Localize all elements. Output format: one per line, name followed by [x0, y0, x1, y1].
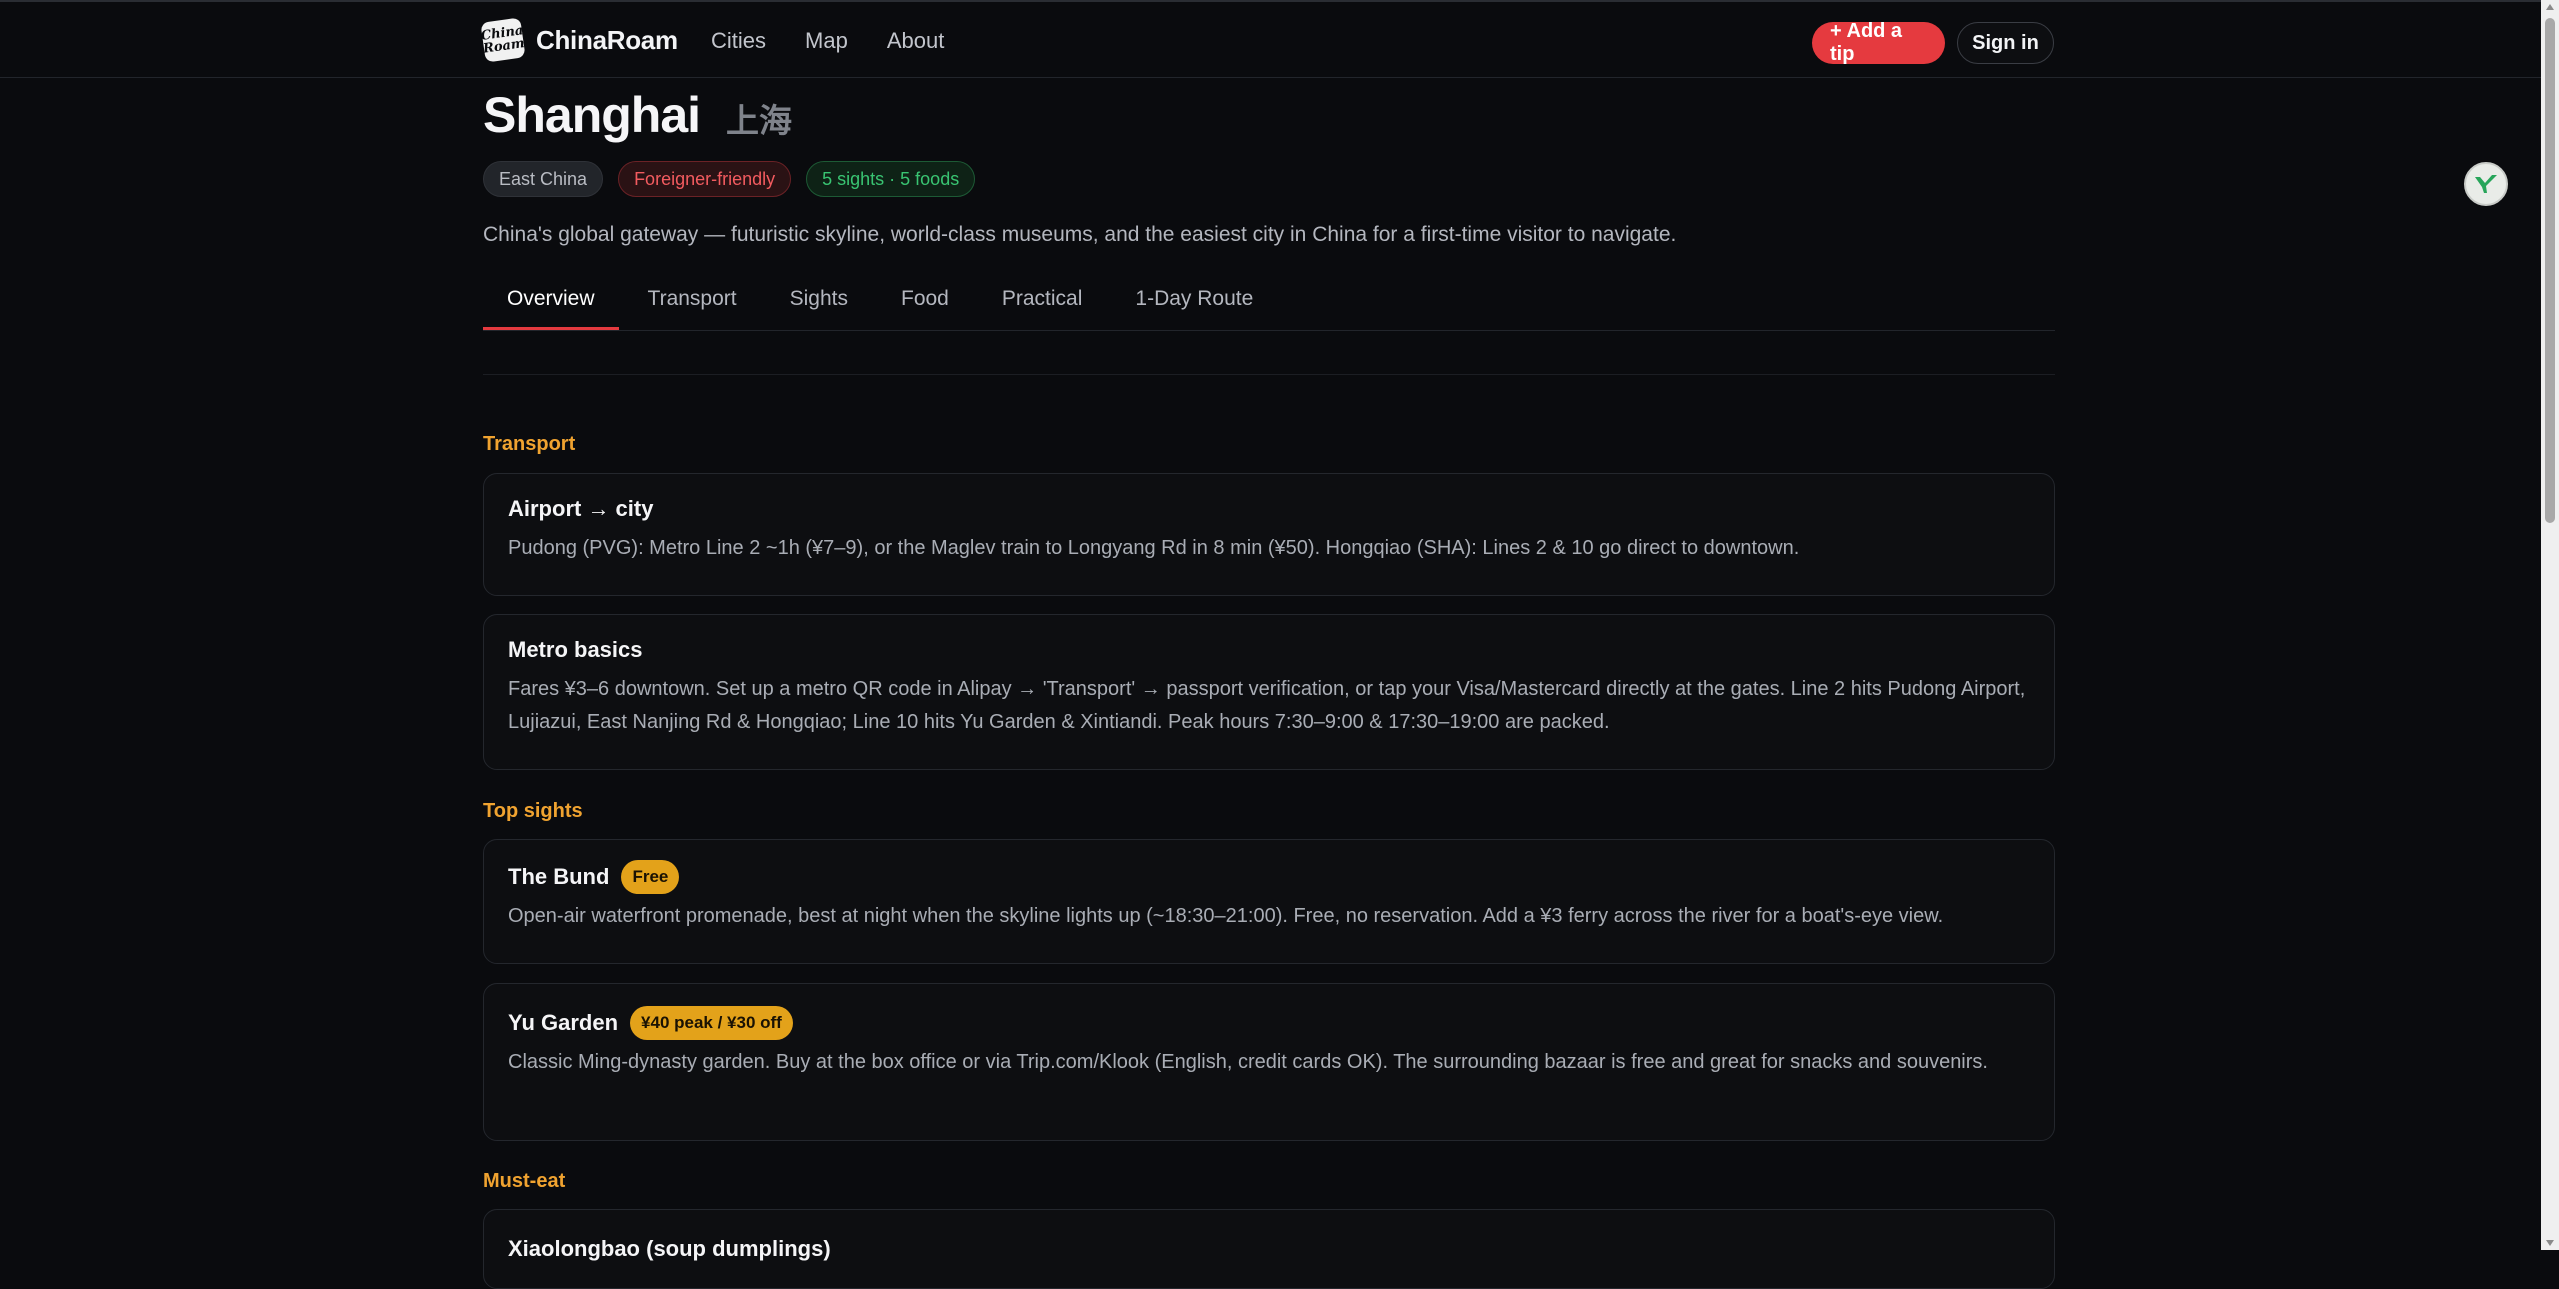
sight-card-yu-garden: Yu Garden ¥40 peak / ¥30 off Classic Min… [483, 983, 2055, 1141]
card-body: Pudong (PVG): Metro Line 2 ~1h (¥7–9), o… [508, 537, 1800, 559]
nav-links: Cities Map About [711, 28, 983, 54]
page-scrollbar[interactable] [2541, 0, 2559, 1250]
section-label-transport: Transport [483, 433, 576, 455]
transport-card-metro: Metro basics Fares ¥3–6 downtown. Set up… [483, 614, 2055, 770]
city-tabs: Overview Transport Sights Food Practical… [483, 287, 2055, 331]
tab-overview[interactable]: Overview [483, 287, 619, 330]
scroll-up-arrow-icon[interactable] [2546, 4, 2554, 10]
logo-text-line2: Roam [482, 36, 526, 57]
city-tags: East China Foreigner-friendly 5 sights ·… [483, 161, 990, 197]
card-body: Fares ¥3–6 downtown. Set up a metro QR c… [508, 678, 2026, 733]
tab-sights[interactable]: Sights [766, 287, 872, 330]
tab-practical[interactable]: Practical [978, 287, 1107, 330]
tab-transport[interactable]: Transport [624, 287, 761, 330]
chinaroam-logo-icon: China Roam [480, 17, 526, 63]
tab-food[interactable]: Food [877, 287, 973, 330]
card-body: Open-air waterfront promenade, best at n… [508, 905, 1944, 927]
card-title-row: The Bund Free [508, 860, 2030, 894]
brand-name: ChinaRoam [536, 24, 678, 55]
tab-1-day-route[interactable]: 1-Day Route [1111, 287, 1277, 330]
transport-card-airport: Airport → city Pudong (PVG): Metro Line … [483, 473, 2055, 596]
card-title: Xiaolongbao (soup dumplings) [508, 1236, 831, 1261]
counts-tag: 5 sights · 5 foods [806, 161, 976, 197]
card-title: Airport → city [508, 496, 654, 521]
sign-in-button[interactable]: Sign in [1957, 22, 2054, 64]
price-badge: ¥40 peak / ¥30 off [630, 1006, 793, 1040]
city-tagline: China's global gateway — futuristic skyl… [483, 223, 1677, 246]
sight-card-the-bund: The Bund Free Open-air waterfront promen… [483, 839, 2055, 964]
card-title: Metro basics [508, 637, 643, 662]
brand-link[interactable]: China Roam ChinaRoam [480, 17, 678, 63]
assistant-widget-icon[interactable] [2464, 162, 2508, 206]
scrollbar-thumb[interactable] [2545, 18, 2555, 523]
page-title: Shanghai [483, 87, 701, 143]
card-body: Classic Ming-dynasty garden. Buy at the … [508, 1051, 1988, 1073]
foreigner-friendly-tag[interactable]: Foreigner-friendly [618, 161, 792, 197]
food-card-xiaolongbao: Xiaolongbao (soup dumplings) [483, 1209, 2055, 1289]
add-tip-button[interactable]: + Add a tip [1812, 20, 1945, 65]
city-header: Shanghai 上海 [483, 86, 792, 144]
card-title: The Bund [508, 864, 610, 889]
page-title-chinese: 上海 [726, 101, 793, 140]
section-divider [483, 374, 2055, 375]
card-title-row: Yu Garden ¥40 peak / ¥30 off [508, 1006, 2030, 1040]
region-tag[interactable]: East China [483, 161, 604, 197]
nav-link-cities[interactable]: Cities [711, 28, 766, 54]
checkmark-y-icon [2475, 175, 2497, 193]
top-navbar: China Roam ChinaRoam Cities Map About + … [0, 0, 2541, 78]
scroll-down-arrow-icon[interactable] [2546, 1240, 2554, 1246]
section-label-top-sights: Top sights [483, 800, 583, 822]
nav-link-map[interactable]: Map [805, 28, 848, 54]
nav-link-about[interactable]: About [887, 28, 945, 54]
card-title: Yu Garden [508, 1010, 619, 1035]
section-label-must-eat: Must-eat [483, 1170, 566, 1192]
price-badge: Free [621, 860, 680, 894]
